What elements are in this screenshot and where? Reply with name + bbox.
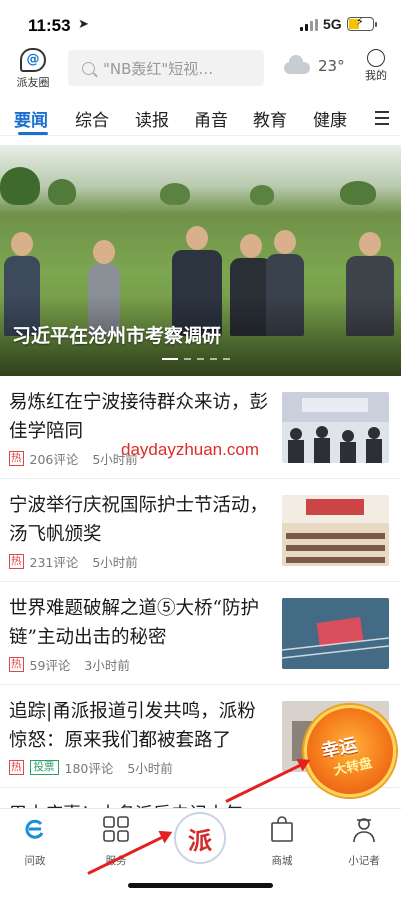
hot-badge: 热	[9, 451, 24, 466]
wenzheng-icon	[25, 819, 44, 839]
news-time: 3小时前	[84, 658, 130, 673]
hot-badge: 热	[9, 554, 24, 569]
news-item[interactable]: 易炼红在宁波接待群众来访，彭佳学陪同 热 206评论 5小时前	[0, 376, 401, 479]
nav-shangcheng[interactable]: 商城	[252, 815, 312, 868]
news-title: 世界难题破解之道⑤大桥“防护链”主动出击的秘密	[9, 598, 259, 648]
mine-label: 我的	[365, 69, 387, 82]
temperature: 23°	[318, 57, 345, 75]
reporter-icon	[353, 818, 375, 843]
news-time: 5小时前	[92, 555, 138, 570]
news-title: 易炼红在宁波接待群众来访，彭佳学陪同	[9, 392, 269, 442]
tab-jiaoyu[interactable]: 教育	[253, 106, 287, 131]
network-type: 5G	[323, 16, 342, 32]
news-thumbnail	[282, 598, 389, 669]
news-item[interactable]: 宁波举行庆祝国际护士节活动，汤飞帆颁奖 热 231评论 5小时前	[0, 479, 401, 582]
app-header: @ 派友圈 "NB轰红"短视… 23° 我的	[0, 46, 401, 90]
pyq-button[interactable]: @ 派友圈	[10, 46, 56, 90]
news-meta: 热 231评论 5小时前	[9, 552, 138, 571]
pyq-icon: @	[20, 48, 46, 72]
search-input[interactable]: "NB轰红"短视…	[68, 50, 264, 86]
nav-wenzheng[interactable]: 问政	[5, 815, 65, 868]
carousel-indicator	[162, 358, 230, 360]
news-time: 5小时前	[127, 761, 173, 776]
status-time: 11:53	[28, 16, 71, 35]
news-meta: 热 59评论 3小时前	[9, 655, 130, 674]
pyq-label: 派友圈	[16, 76, 50, 89]
comment-count: 206评论	[29, 452, 79, 467]
comment-count: 231评论	[29, 555, 79, 570]
headline-banner[interactable]: 习近平在沧州市考察调研	[0, 145, 401, 376]
tab-yaowen[interactable]: 要闻	[14, 106, 48, 131]
location-arrow-icon: ➤	[78, 17, 89, 32]
signal-icon	[300, 19, 318, 31]
hot-badge: 热	[9, 657, 24, 672]
news-meta: 热 投票 180评论 5小时前	[9, 758, 173, 777]
user-icon	[367, 49, 385, 67]
comment-count: 180评论	[64, 761, 114, 776]
news-title: 宁波举行庆祝国际护士节活动，汤飞帆颁奖	[9, 495, 269, 545]
status-bar: 11:53 ➤ 5G ⚡	[0, 0, 401, 46]
home-indicator	[128, 883, 273, 888]
nav-label: 小记者	[348, 855, 380, 867]
nav-xiaojizhe[interactable]: 小记者	[334, 815, 394, 868]
search-icon	[82, 61, 95, 75]
banner-image	[0, 165, 401, 205]
mine-button[interactable]: 我的	[358, 46, 394, 90]
tab-dubao[interactable]: 读报	[135, 106, 169, 131]
tab-zonghe[interactable]: 综合	[75, 106, 109, 131]
comment-count: 59评论	[29, 658, 71, 673]
news-thumbnail	[282, 495, 389, 566]
nav-label: 商城	[271, 855, 293, 867]
channel-tabs: 要闻 综合 读报 甬音 教育 健康	[0, 94, 401, 136]
news-thumbnail	[282, 392, 389, 463]
news-title: 追踪|甬派报道引发共鸣，派粉惊怒：原来我们都被套路了	[9, 701, 256, 751]
nav-label: 问政	[24, 855, 46, 867]
news-meta: 热 206评论 5小时前	[9, 449, 138, 468]
shopping-bag-icon	[271, 816, 293, 842]
active-tab-indicator	[18, 132, 48, 135]
tab-jiankang[interactable]: 健康	[313, 106, 347, 131]
vote-badge: 投票	[29, 760, 59, 775]
weather-widget[interactable]: 23°	[284, 54, 354, 82]
search-placeholder: "NB轰红"短视…	[103, 59, 214, 78]
grid-icon	[103, 816, 129, 842]
battery-icon: ⚡	[347, 15, 377, 31]
watermark-text: daydayzhuan.com	[121, 440, 259, 459]
lucky-wheel-button[interactable]: 幸运 大转盘	[304, 705, 396, 797]
menu-icon[interactable]	[375, 111, 389, 129]
tab-yongyin[interactable]: 甬音	[194, 106, 228, 131]
cloud-icon	[284, 55, 310, 74]
banner-title: 习近平在沧州市考察调研	[12, 325, 222, 347]
news-item[interactable]: 世界难题破解之道⑤大桥“防护链”主动出击的秘密 热 59评论 3小时前	[0, 582, 401, 685]
center-pai-button[interactable]: 派	[174, 812, 226, 864]
hot-badge: 热	[9, 760, 24, 775]
